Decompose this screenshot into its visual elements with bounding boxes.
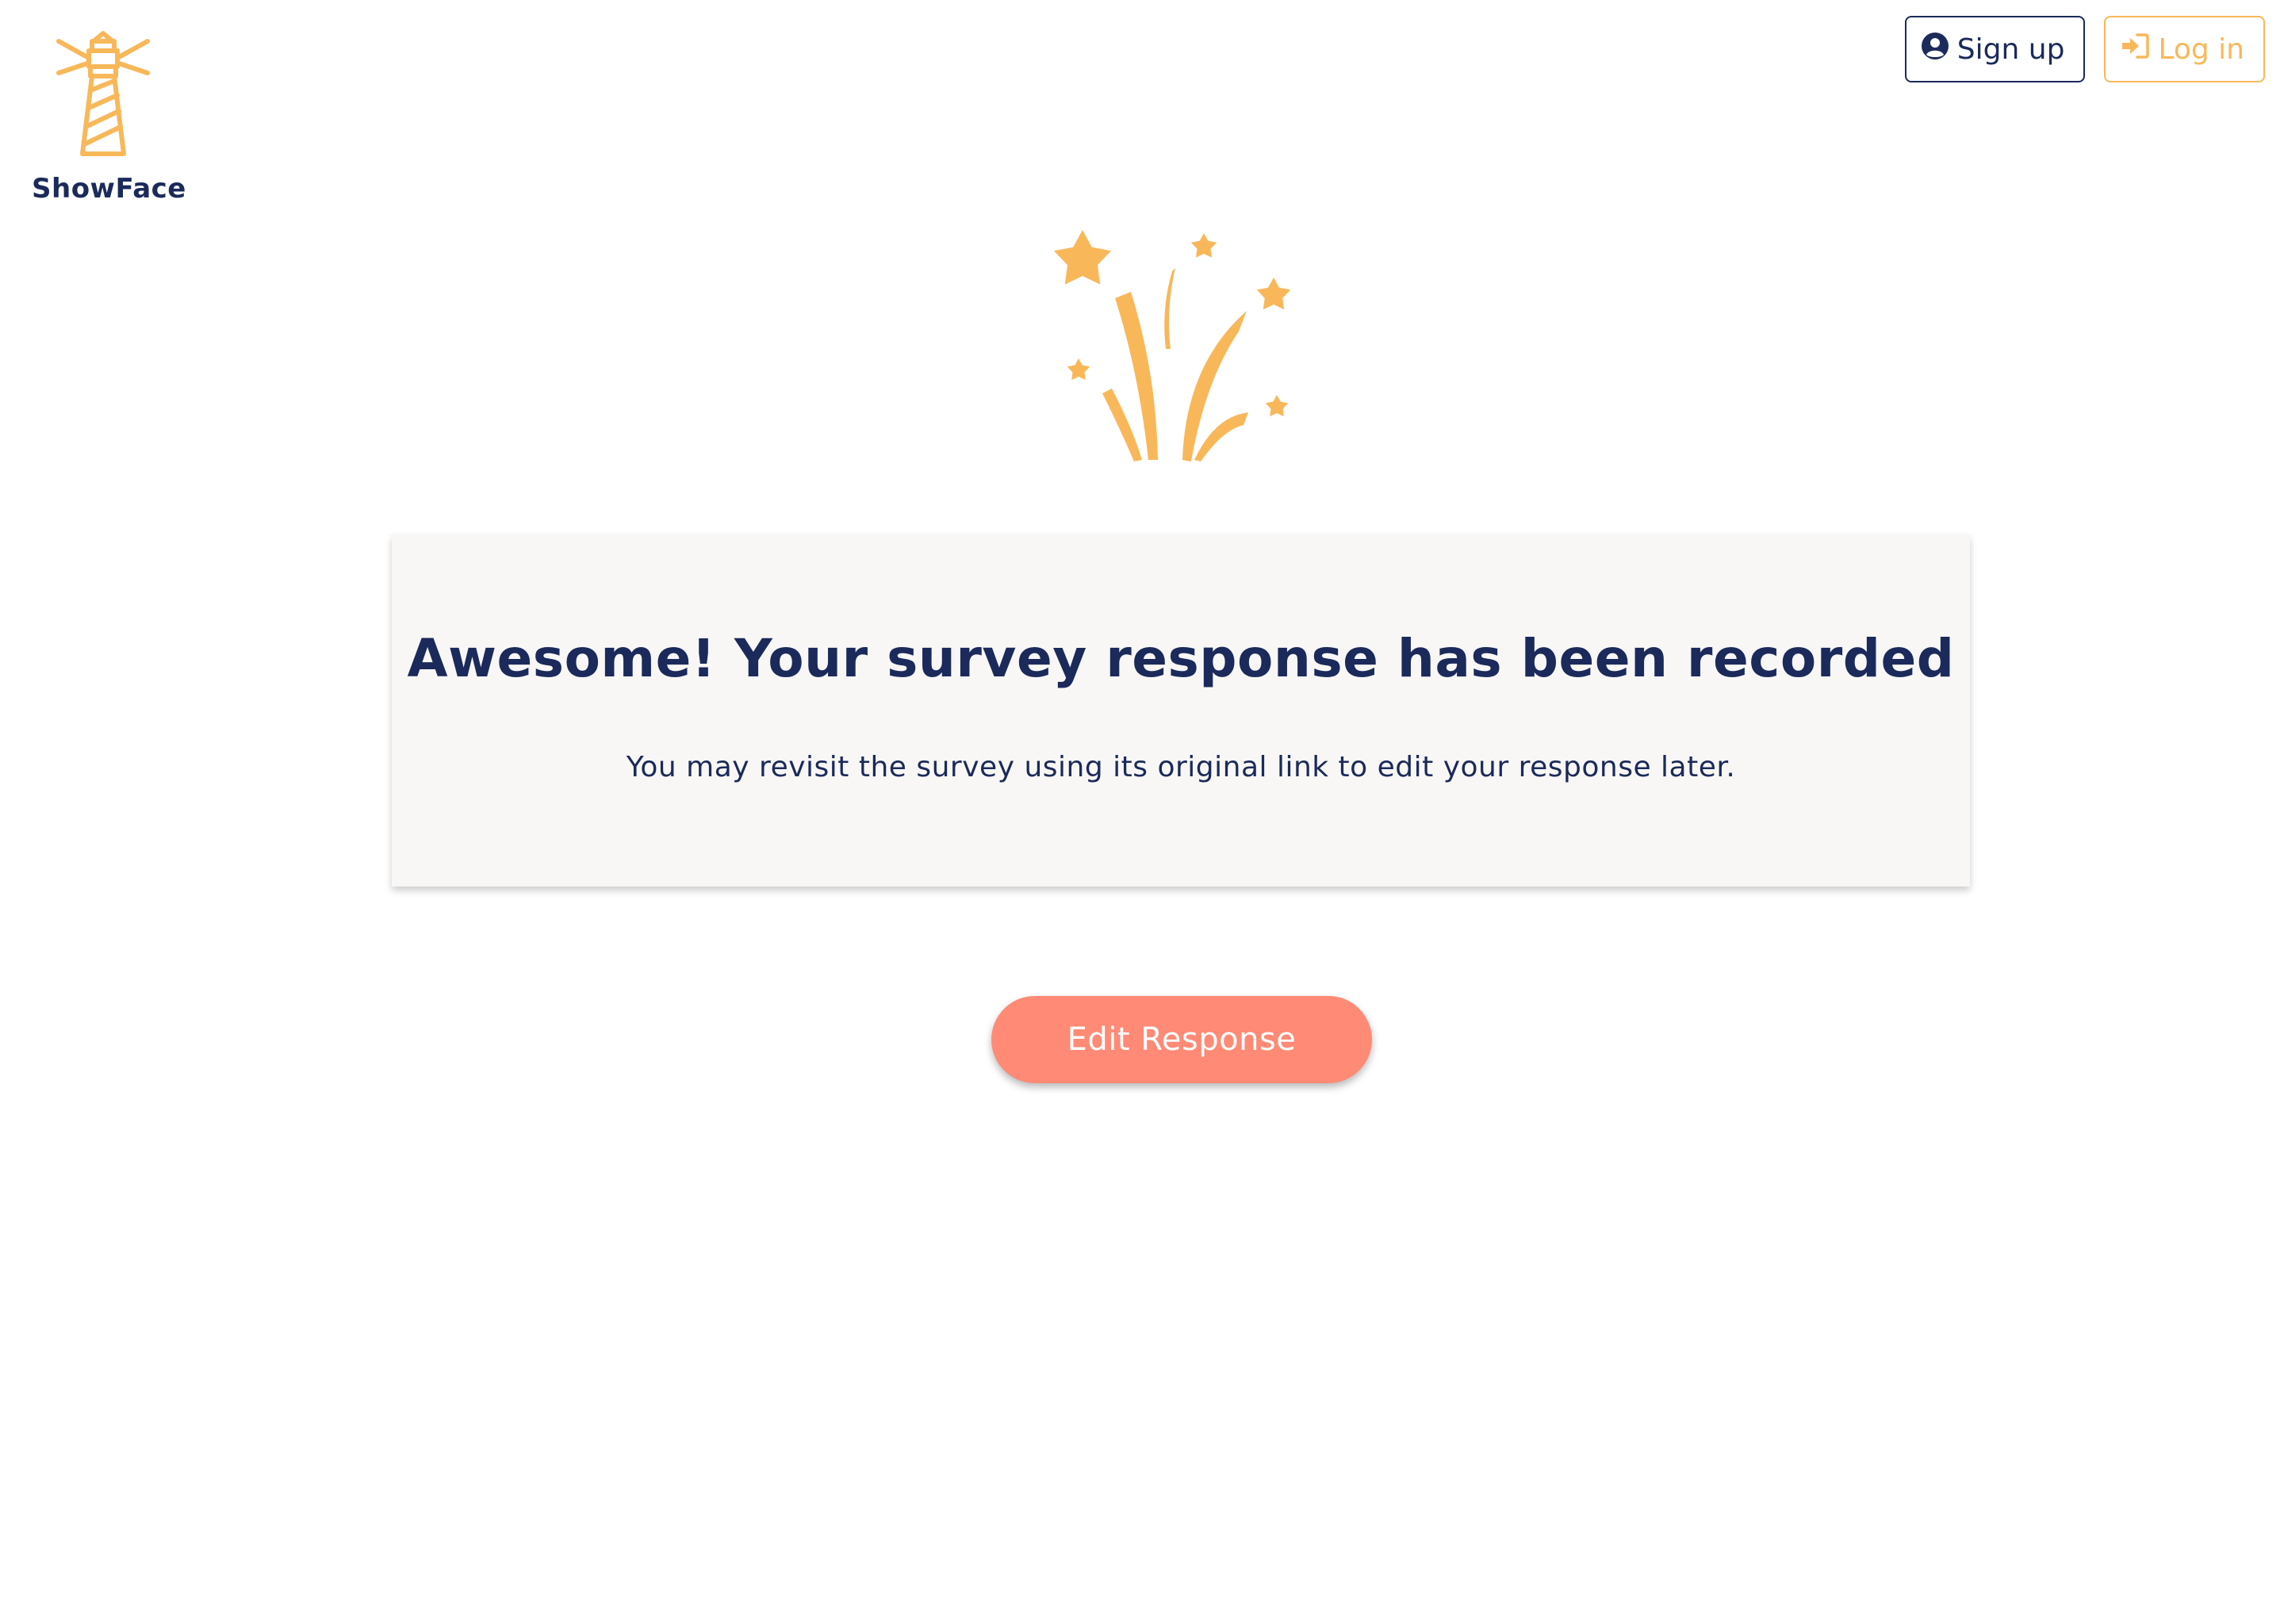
brand-name: ShowFace — [32, 173, 186, 205]
top-nav: Sign up Log in — [1904, 16, 2265, 82]
login-label: Log in — [2158, 33, 2244, 66]
user-circle-icon — [1921, 32, 1949, 67]
page: ShowFace Sign up Log in Awesome! Your su… — [0, 0, 2284, 1624]
edit-response-button[interactable]: Edit Response — [991, 996, 1372, 1083]
brand[interactable]: ShowFace — [32, 29, 186, 205]
login-button[interactable]: Log in — [2104, 16, 2265, 82]
fireworks-icon — [1047, 230, 1301, 471]
confirmation-title: Awesome! Your survey response has been r… — [407, 628, 1955, 689]
confirmation-card: Awesome! Your survey response has been r… — [392, 534, 1970, 887]
signup-label: Sign up — [1956, 33, 2065, 66]
lighthouse-icon — [32, 29, 174, 159]
signup-button[interactable]: Sign up — [1904, 16, 2086, 82]
sign-in-icon — [2120, 32, 2150, 67]
confirmation-subtitle: You may revisit the survey using its ori… — [626, 751, 1736, 783]
